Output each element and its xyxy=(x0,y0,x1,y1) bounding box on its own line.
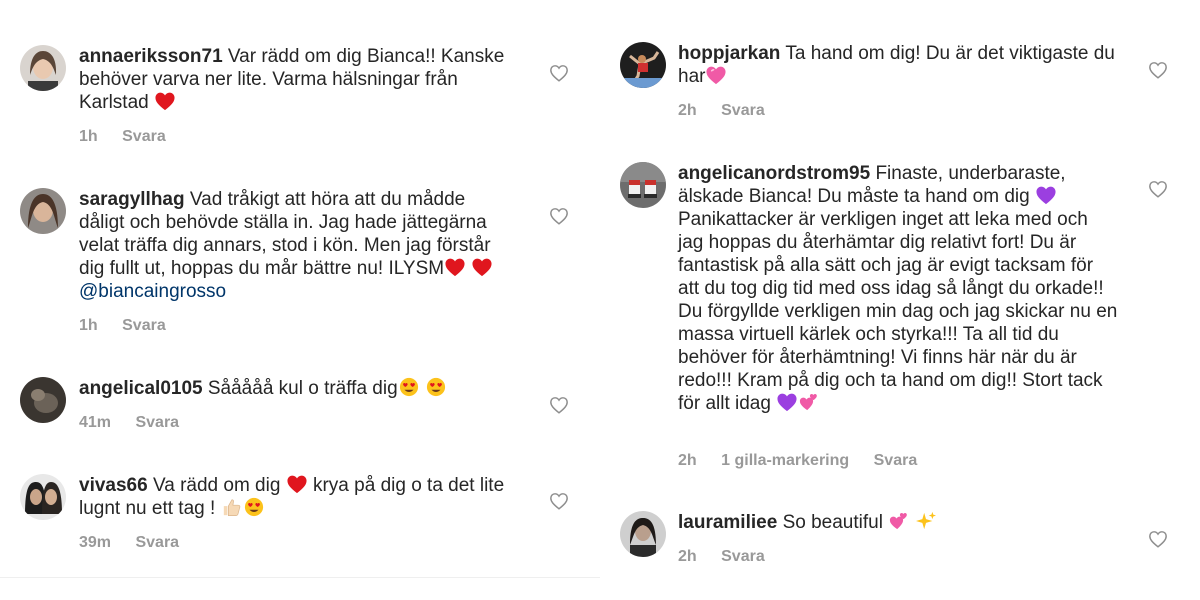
comment-text: angelical0105 Sååååå kul o träffa dig xyxy=(79,377,507,400)
reply-button[interactable]: Svara xyxy=(122,317,166,334)
comment-body: So beautiful xyxy=(782,512,883,533)
avatar[interactable] xyxy=(20,474,66,520)
comment-meta: 39m Svara xyxy=(79,534,199,552)
comment-meta: 2h Svara xyxy=(678,548,785,566)
comment-username[interactable]: lauramiliee xyxy=(678,512,777,533)
comment-meta: 2h 1 gilla-markering Svara xyxy=(678,452,937,470)
red-heart-emoji xyxy=(471,257,493,277)
purple-heart-emoji xyxy=(776,392,798,412)
reply-button[interactable]: Svara xyxy=(874,452,918,469)
like-heart-icon[interactable] xyxy=(549,207,569,225)
avatar[interactable] xyxy=(620,511,666,557)
avatar[interactable] xyxy=(20,188,66,234)
comment-text: lauramiliee So beautiful xyxy=(678,511,1118,534)
like-heart-icon[interactable] xyxy=(1148,61,1168,79)
red-heart-emoji xyxy=(444,257,466,277)
comment-body: Va rädd om dig xyxy=(152,475,281,496)
comments-column-left: annaeriksson71 Var rädd om dig Bianca!! … xyxy=(0,0,600,600)
comment-text: angelicanordstrom95 Finaste, underbarast… xyxy=(678,162,1118,415)
comment-time: 39m xyxy=(79,534,112,551)
comment-text: vivas66 Va rädd om dig krya på dig o ta … xyxy=(79,474,507,520)
like-heart-icon[interactable] xyxy=(549,64,569,82)
sparkles-emoji xyxy=(915,511,937,531)
like-heart-icon[interactable] xyxy=(1148,180,1168,198)
comment-username[interactable]: hoppjarkan xyxy=(678,43,780,64)
two-hearts-emoji xyxy=(798,392,820,412)
thumbs-up-emoji xyxy=(221,497,243,517)
avatar[interactable] xyxy=(20,45,66,91)
red-heart-emoji xyxy=(286,474,308,494)
comment-meta: 41m Svara xyxy=(79,414,199,432)
red-heart-emoji xyxy=(154,91,176,111)
comment-time: 2h xyxy=(678,102,697,119)
comment-username[interactable]: angelicanordstrom95 xyxy=(678,163,870,184)
like-heart-icon[interactable] xyxy=(1148,530,1168,548)
two-hearts-emoji xyxy=(888,511,910,531)
like-heart-icon[interactable] xyxy=(549,396,569,414)
comment-time: 1h xyxy=(79,128,98,145)
avatar[interactable] xyxy=(620,42,666,88)
comment-username[interactable]: angelical0105 xyxy=(79,378,203,399)
heart-eyes-emoji xyxy=(398,377,420,397)
mention-link[interactable]: @biancaingrosso xyxy=(79,281,226,302)
comment-text: saragyllhag Vad tråkigt att höra att du … xyxy=(79,188,507,303)
comment-time: 2h xyxy=(678,452,697,469)
reply-button[interactable]: Svara xyxy=(122,128,166,145)
comment-time: 41m xyxy=(79,414,112,431)
comment-text: annaeriksson71 Var rädd om dig Bianca!! … xyxy=(79,45,507,114)
comment-username[interactable]: saragyllhag xyxy=(79,189,185,210)
divider xyxy=(0,577,600,578)
reply-button[interactable]: Svara xyxy=(135,414,179,431)
reply-button[interactable]: Svara xyxy=(721,102,765,119)
avatar[interactable] xyxy=(620,162,666,208)
comment-username[interactable]: annaeriksson71 xyxy=(79,46,223,67)
comment-time: 1h xyxy=(79,317,98,334)
avatar[interactable] xyxy=(20,377,66,423)
comment-time: 2h xyxy=(678,548,697,565)
comment-meta: 1h Svara xyxy=(79,128,186,146)
like-heart-icon[interactable] xyxy=(549,492,569,510)
comment-text: hoppjarkan Ta hand om dig! Du är det vik… xyxy=(678,42,1118,88)
comment-meta: 1h Svara xyxy=(79,317,186,335)
purple-heart-emoji xyxy=(1035,185,1057,205)
reply-button[interactable]: Svara xyxy=(135,534,179,551)
comment-meta: 2h Svara xyxy=(678,102,785,120)
heart-eyes-emoji xyxy=(243,497,265,517)
heart-eyes-emoji xyxy=(425,377,447,397)
likes-count-link[interactable]: 1 gilla-markering xyxy=(721,452,849,469)
comment-body: Sååååå kul o träffa dig xyxy=(207,378,398,399)
comments-column-right: hoppjarkan Ta hand om dig! Du är det vik… xyxy=(600,0,1200,600)
reply-button[interactable]: Svara xyxy=(721,548,765,565)
comment-body: Panikattacker är verkligen inget att lek… xyxy=(678,209,1118,414)
comment-username[interactable]: vivas66 xyxy=(79,475,148,496)
sparkling-heart-emoji xyxy=(705,65,727,85)
